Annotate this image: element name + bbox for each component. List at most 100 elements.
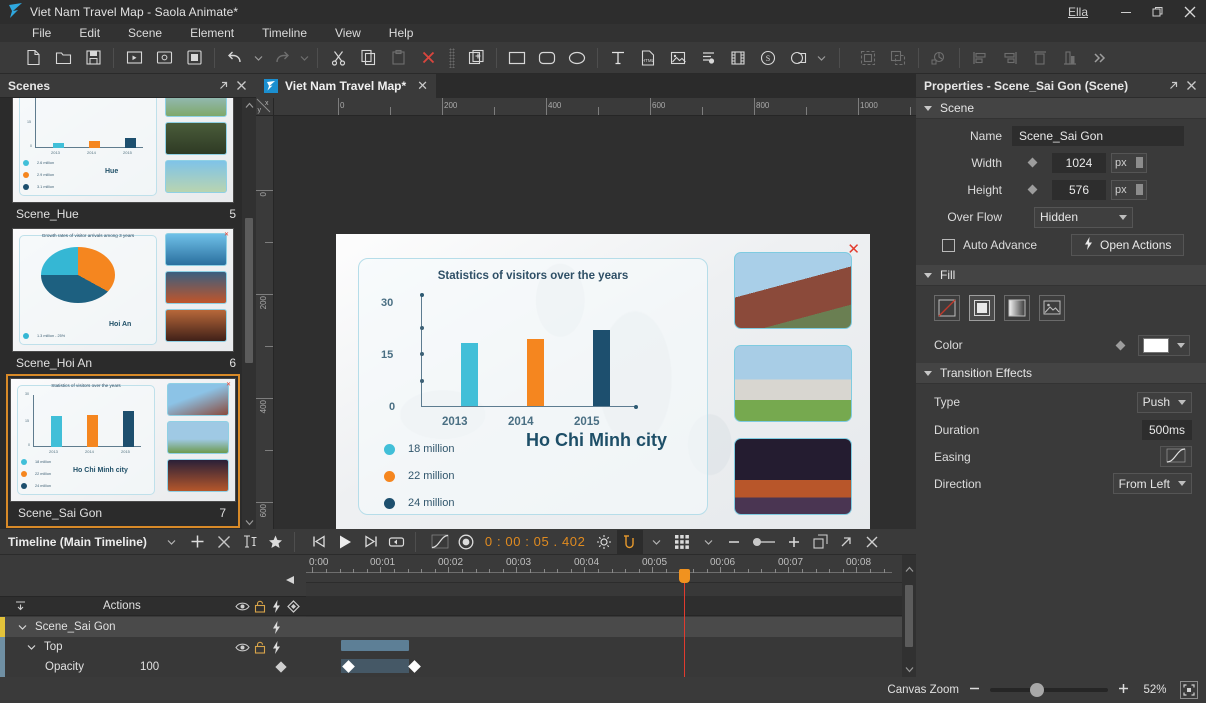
scene-section-header[interactable]: Scene bbox=[916, 98, 1206, 119]
go-to-end-icon[interactable] bbox=[358, 530, 384, 554]
scene-row-hue[interactable]: Scene_Hue 5 bbox=[8, 203, 246, 225]
scene-thumbnail[interactable]: Statistics of visitors over the years 30… bbox=[10, 378, 236, 502]
svg-icon[interactable]: S bbox=[753, 44, 783, 72]
playhead-handle[interactable] bbox=[679, 569, 690, 583]
easing-icon[interactable] bbox=[427, 530, 453, 554]
menu-file[interactable]: File bbox=[18, 24, 65, 42]
fill-image-icon[interactable] bbox=[1039, 295, 1065, 321]
color-select[interactable] bbox=[1138, 335, 1190, 356]
menu-timeline[interactable]: Timeline bbox=[248, 24, 321, 42]
add-scene-icon[interactable] bbox=[461, 44, 491, 72]
html-widget-icon[interactable]: HTML bbox=[633, 44, 663, 72]
zoom-out-icon[interactable] bbox=[721, 530, 747, 554]
export-icon[interactable] bbox=[179, 44, 209, 72]
keyframe-icon[interactable] bbox=[272, 657, 289, 677]
grid-dropdown-icon[interactable] bbox=[695, 530, 721, 554]
redo-dropdown-icon[interactable] bbox=[296, 44, 312, 72]
align-right-icon[interactable] bbox=[995, 44, 1025, 72]
zoom-slider-knob[interactable] bbox=[1030, 683, 1044, 697]
scroll-down-icon[interactable] bbox=[242, 515, 256, 529]
city-skyline-night-photo[interactable] bbox=[734, 438, 852, 515]
color-keyframe-icon[interactable] bbox=[1116, 340, 1126, 350]
favorite-icon[interactable] bbox=[263, 530, 289, 554]
scene-name-input[interactable]: Scene_Sai Gon bbox=[1012, 126, 1184, 146]
easing-button[interactable] bbox=[1160, 446, 1192, 467]
reunification-palace-photo[interactable] bbox=[734, 345, 852, 422]
chevron-down-icon[interactable] bbox=[23, 637, 40, 657]
close-panel-icon[interactable] bbox=[1182, 77, 1200, 95]
record-icon[interactable] bbox=[453, 530, 479, 554]
scene-stage[interactable]: ✕ Statistics of visitors over the years bbox=[336, 234, 870, 529]
timeline-track-top[interactable] bbox=[306, 637, 902, 657]
preview-icon[interactable] bbox=[149, 44, 179, 72]
collapse-all-icon[interactable] bbox=[12, 596, 29, 616]
snap-dropdown-icon[interactable] bbox=[643, 530, 669, 554]
timeline-row-scene[interactable]: Scene_Sai Gon bbox=[0, 617, 306, 637]
grid-icon[interactable] bbox=[669, 530, 695, 554]
fill-section-header[interactable]: Fill bbox=[916, 265, 1206, 286]
delete-timeline-icon[interactable] bbox=[211, 530, 237, 554]
zoom-in-icon[interactable] bbox=[781, 530, 807, 554]
timeline-track-opacity[interactable] bbox=[306, 657, 902, 677]
scroll-up-icon[interactable] bbox=[242, 98, 256, 112]
menu-view[interactable]: View bbox=[321, 24, 375, 42]
text-icon[interactable] bbox=[603, 44, 633, 72]
ruler-origin-icon[interactable]: xy bbox=[256, 98, 274, 116]
animation-bar[interactable] bbox=[341, 640, 409, 651]
timeline-dropdown-icon[interactable] bbox=[159, 530, 185, 554]
scenes-list[interactable]: Statistics of visitors over the years 30… bbox=[0, 98, 256, 529]
document-tab[interactable]: Viet Nam Travel Map* ✕ bbox=[256, 74, 436, 98]
actions-icon[interactable] bbox=[268, 596, 285, 616]
scene-item-hue[interactable]: Statistics of visitors over the years 30… bbox=[8, 98, 246, 225]
ungroup-icon[interactable] bbox=[883, 44, 913, 72]
timeline-scrollbar[interactable] bbox=[902, 555, 916, 677]
horizontal-ruler[interactable]: 0 200 400 600 800 1000 bbox=[274, 98, 916, 116]
menu-help[interactable]: Help bbox=[375, 24, 428, 42]
fill-gradient-icon[interactable] bbox=[1004, 295, 1030, 321]
audio-icon[interactable] bbox=[693, 44, 723, 72]
paste-icon[interactable] bbox=[383, 44, 413, 72]
timeline-row-top[interactable]: Top bbox=[0, 637, 306, 657]
save-icon[interactable] bbox=[78, 44, 108, 72]
loop-icon[interactable] bbox=[384, 530, 410, 554]
menu-edit[interactable]: Edit bbox=[65, 24, 114, 42]
new-document-icon[interactable] bbox=[18, 44, 48, 72]
rectangle-icon[interactable] bbox=[502, 44, 532, 72]
more-elements-icon[interactable] bbox=[813, 44, 829, 72]
keyframe-icon[interactable] bbox=[285, 596, 302, 616]
scene-item-hoi-an[interactable]: Growth rates of visitor arrivals among 3… bbox=[8, 228, 246, 374]
chart-card[interactable]: Statistics of visitors over the years bbox=[358, 258, 708, 515]
scroll-down-icon[interactable] bbox=[902, 663, 916, 675]
undo-icon[interactable] bbox=[220, 44, 250, 72]
height-keyframe-icon[interactable] bbox=[1027, 185, 1037, 195]
minimize-icon[interactable] bbox=[1110, 0, 1142, 24]
vertical-ruler[interactable]: 0 200 400 600 bbox=[256, 116, 274, 529]
align-top-icon[interactable] bbox=[1025, 44, 1055, 72]
scene-thumbnail[interactable]: Statistics of visitors over the years 30… bbox=[12, 98, 234, 203]
scene-thumbnail[interactable]: Growth rates of visitor arrivals among 3… bbox=[12, 228, 234, 352]
fill-none-icon[interactable] bbox=[934, 295, 960, 321]
width-unit-select[interactable]: px bbox=[1111, 153, 1147, 173]
transform-icon[interactable] bbox=[924, 44, 954, 72]
rounded-rectangle-icon[interactable] bbox=[532, 44, 562, 72]
scroll-up-icon[interactable] bbox=[902, 563, 916, 575]
notre-dame-cathedral-photo[interactable] bbox=[734, 252, 852, 329]
redo-icon[interactable] bbox=[266, 44, 296, 72]
delete-icon[interactable] bbox=[413, 44, 443, 72]
chevron-down-icon[interactable] bbox=[14, 617, 31, 637]
plus-icon[interactable] bbox=[1117, 682, 1130, 698]
scenes-scrollbar[interactable] bbox=[242, 98, 256, 529]
direction-select[interactable]: From Left bbox=[1113, 473, 1192, 494]
close-timeline-icon[interactable] bbox=[859, 530, 885, 554]
preview-browser-icon[interactable] bbox=[119, 44, 149, 72]
keyframe-end[interactable] bbox=[408, 660, 421, 673]
ellipse-icon[interactable] bbox=[562, 44, 592, 72]
timeline-row-opacity[interactable]: Opacity 100 bbox=[0, 657, 306, 677]
add-timeline-icon[interactable] bbox=[185, 530, 211, 554]
close-panel-icon[interactable] bbox=[232, 77, 250, 95]
transition-type-select[interactable]: Push bbox=[1137, 392, 1192, 413]
auto-advance-checkbox[interactable] bbox=[942, 239, 955, 252]
canvas-viewport[interactable]: ✕ Statistics of visitors over the years bbox=[274, 116, 916, 529]
timeline-tracks[interactable]: 0:00 00:01 00:02 00:03 00:04 00:05 00:06… bbox=[306, 555, 902, 677]
fill-solid-icon[interactable] bbox=[969, 295, 995, 321]
